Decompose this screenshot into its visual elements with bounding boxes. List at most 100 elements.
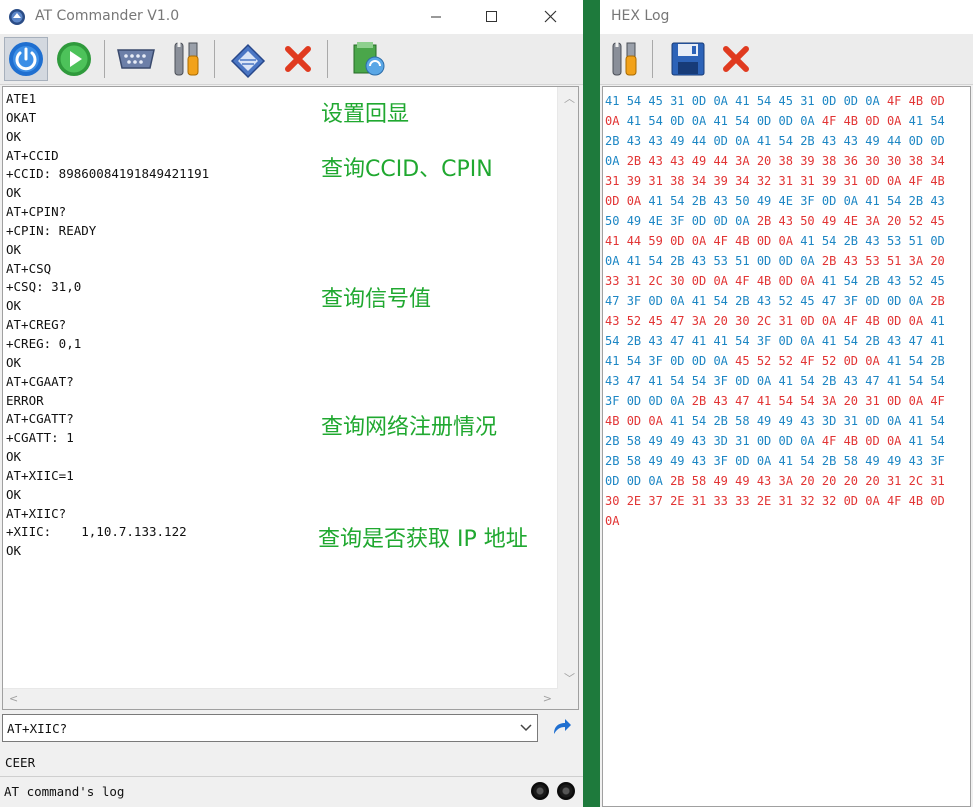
hex-line: 0A <box>605 511 945 531</box>
run-button[interactable] <box>52 37 96 81</box>
hex-byte: 52 <box>778 354 793 368</box>
hex-settings-button[interactable] <box>602 37 646 81</box>
hex-byte: 3F <box>713 454 728 468</box>
hex-byte: 30 <box>865 154 880 168</box>
hex-byte: 54 <box>930 434 945 448</box>
hex-byte: 49 <box>691 154 707 168</box>
close-window-button[interactable] <box>527 0 573 34</box>
hex-byte: 4F <box>800 354 815 368</box>
serial-port-button[interactable] <box>114 37 158 81</box>
clear-log-button[interactable] <box>276 37 320 81</box>
hex-line: 0A 41 54 0D 0A 41 54 0D 0D 0A 4F 4B 0D 0… <box>605 111 945 131</box>
hex-byte: 0D <box>778 434 793 448</box>
hex-byte: 43 <box>908 454 924 468</box>
hex-byte: 3A <box>821 394 837 408</box>
hex-byte: 54 <box>735 334 750 348</box>
log-line: OKAT <box>6 109 37 125</box>
hex-byte: 0D <box>778 334 793 348</box>
hex-log-window: HEX Log 41 54 45 31 0D 0A 41 54 45 31 0D… <box>600 0 973 807</box>
horizontal-scrollbar[interactable]: < > <box>3 688 558 709</box>
hex-save-button[interactable] <box>666 37 710 81</box>
minimize-button[interactable] <box>413 0 459 34</box>
hex-byte: 39 <box>800 154 815 168</box>
hex-byte: 0A <box>648 474 663 488</box>
hex-byte: 54 <box>605 334 620 348</box>
scroll-down-icon[interactable]: ﹀ <box>564 670 575 686</box>
hex-byte: 49 <box>626 214 642 228</box>
hex-byte: 30 <box>886 154 902 168</box>
hex-byte: 31 <box>886 474 902 488</box>
hex-byte: 58 <box>626 434 642 448</box>
play-icon <box>57 42 91 76</box>
hex-byte: 0A <box>778 234 793 248</box>
scroll-right-icon[interactable]: > <box>543 692 552 705</box>
hex-byte: 49 <box>648 454 663 468</box>
hex-toolbar <box>600 34 973 85</box>
hex-byte: 43 <box>605 374 620 388</box>
hex-byte: 41 <box>908 434 924 448</box>
hex-byte: 47 <box>605 294 620 308</box>
hex-byte: 54 <box>930 414 945 428</box>
script-button[interactable] <box>346 37 390 81</box>
hex-title-bar[interactable]: HEX Log <box>600 0 973 34</box>
hex-byte: 4F <box>821 114 837 128</box>
hex-byte: 20 <box>843 474 859 488</box>
hex-byte: 53 <box>713 254 728 268</box>
hex-byte: 0A <box>908 294 924 308</box>
hex-byte: 2C <box>908 474 924 488</box>
power-button[interactable] <box>4 37 48 81</box>
hex-byte: 53 <box>886 234 902 248</box>
hex-byte: 51 <box>908 234 924 248</box>
hex-byte: 0D <box>756 234 772 248</box>
hex-byte: 41 <box>886 354 902 368</box>
log-line: +CCID: 89860084191849421191 <box>6 166 210 182</box>
hex-log-pane[interactable]: 41 54 45 31 0D 0A 41 54 45 31 0D 0D 0A 4… <box>602 86 971 807</box>
eraser-icon <box>230 43 266 79</box>
hex-byte: 54 <box>778 394 793 408</box>
serial-port-icon <box>117 49 155 69</box>
hex-byte: 54 <box>756 94 772 108</box>
window-title: AT Commander V1.0 <box>35 8 180 24</box>
at-log-pane[interactable]: ATE1 OKAT OK AT+CCID +CCID: 8986008419184942… <box>2 86 579 710</box>
annotation-signal: 查询信号值 <box>321 287 432 312</box>
hex-byte: 51 <box>735 254 750 268</box>
title-bar[interactable]: AT Commander V1.0 <box>0 0 583 34</box>
send-file-button[interactable] <box>226 37 270 81</box>
close-icon <box>544 10 557 23</box>
hex-byte: 0A <box>800 334 815 348</box>
hex-byte: 58 <box>843 454 859 468</box>
hex-byte: 50 <box>800 214 815 228</box>
scroll-left-icon[interactable]: < <box>9 692 18 705</box>
hex-byte: 54 <box>778 134 793 148</box>
hex-byte: 49 <box>713 474 728 488</box>
maximize-button[interactable] <box>468 0 514 34</box>
hex-byte: 41 <box>908 114 924 128</box>
hex-byte: 0D <box>778 254 793 268</box>
hex-clear-button[interactable] <box>714 37 758 81</box>
script-icon <box>353 42 385 76</box>
hex-byte: 0D <box>626 414 642 428</box>
scroll-up-icon[interactable]: ︿ <box>564 90 575 106</box>
hex-byte: 49 <box>756 194 772 208</box>
hex-line: 2B 58 49 49 43 3F 0D 0A 41 54 2B 58 49 4… <box>605 451 945 471</box>
hex-byte: 54 <box>908 374 924 388</box>
log-line: OK <box>6 298 22 314</box>
settings-button[interactable] <box>164 37 208 81</box>
hex-line: 50 49 4E 3F 0D 0D 0A 2B 43 50 49 4E 3A 2… <box>605 211 945 231</box>
hex-byte: 2B <box>626 334 642 348</box>
hex-line: 43 47 41 54 54 3F 0D 0A 41 54 2B 43 47 4… <box>605 371 945 391</box>
vertical-scrollbar[interactable]: ︿ ﹀ <box>557 87 578 689</box>
command-dropdown-button[interactable] <box>515 715 537 741</box>
hex-byte: 0A <box>713 274 728 288</box>
hex-byte: 0D <box>886 314 902 328</box>
hex-byte: 31 <box>778 494 793 508</box>
send-command-button[interactable] <box>546 714 576 742</box>
command-input[interactable]: AT+XIIC? <box>2 714 538 742</box>
hex-byte: 43 <box>886 274 902 288</box>
hex-byte: 30 <box>605 494 620 508</box>
hex-line: 41 54 45 31 0D 0A 41 54 45 31 0D 0D 0A 4… <box>605 91 945 111</box>
hex-byte: 0D <box>605 194 620 208</box>
hex-byte: 3D <box>713 434 728 448</box>
hex-byte: 0A <box>756 374 772 388</box>
hex-line: 41 54 3F 0D 0D 0A 45 52 52 4F 52 0D 0A 4… <box>605 351 945 371</box>
